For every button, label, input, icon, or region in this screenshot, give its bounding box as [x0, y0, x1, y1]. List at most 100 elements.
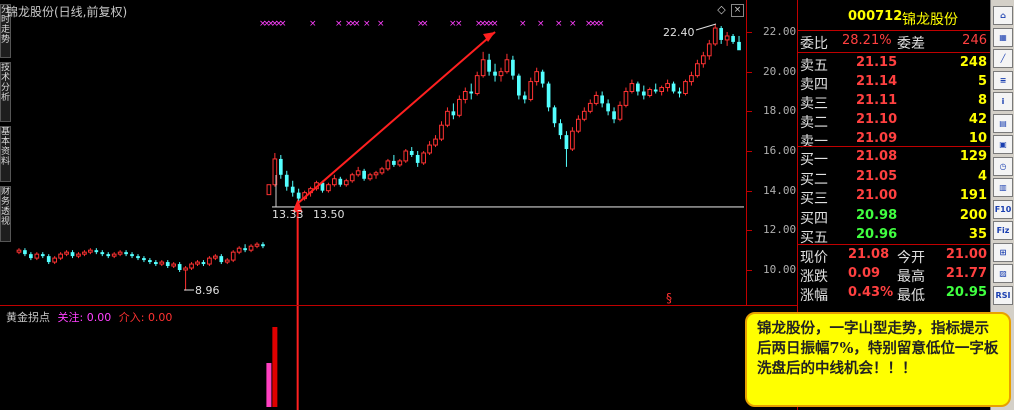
signal-marker: ×: [279, 19, 287, 29]
level-price: 21.14: [856, 74, 898, 89]
candle-body-down: [124, 252, 128, 255]
info-icon[interactable]: i: [993, 92, 1013, 111]
stat-label-1: 现价: [800, 250, 828, 266]
label-high: 22.40: [663, 26, 695, 39]
candle-body-down: [731, 35, 735, 42]
level-label: 买二: [800, 171, 828, 188]
level-volume: 42: [968, 112, 987, 127]
candle-body-up: [76, 253, 81, 257]
level-volume: 8: [977, 93, 987, 108]
ask-row: 卖五 21.15 248: [798, 54, 991, 74]
candles-group: [16, 24, 741, 407]
level-label: 卖三: [800, 96, 828, 112]
level-label: 卖二: [800, 115, 828, 131]
candle-body-up: [474, 75, 480, 94]
clock-icon[interactable]: ◷: [993, 156, 1013, 176]
candle-body-up: [683, 81, 688, 94]
candle-body-up: [64, 251, 69, 255]
kline-chart-area[interactable]: 分时走势 技术分析 基本资料 财务透视 锦龙股份(日线,前复权) 22.40 8.…: [0, 0, 797, 410]
close-panel-icon[interactable]: ×: [731, 4, 744, 17]
trend-icon[interactable]: ╱: [993, 49, 1013, 68]
diamond-icon[interactable]: ◇: [716, 4, 727, 15]
candle-body-up: [343, 180, 349, 186]
price-axis-label: 18.00: [763, 104, 797, 118]
price-tick: [747, 230, 752, 232]
candle-body-down: [94, 250, 99, 253]
candle-body-up: [427, 144, 432, 154]
candle-body-up: [16, 249, 22, 253]
price-tick: [747, 71, 752, 73]
stat-value-2: 21.00: [945, 247, 987, 262]
signal-marker: ×: [569, 19, 577, 29]
candle-body-up: [587, 102, 593, 112]
sig-icon[interactable]: ⊞: [993, 242, 1013, 262]
level-price: 21.11: [856, 93, 898, 108]
ratio-value: 28.21%: [842, 33, 892, 48]
level-label: 买四: [800, 210, 828, 227]
candle-body-down: [493, 71, 497, 76]
candle-body-up: [724, 35, 730, 41]
candle-body-up: [706, 43, 712, 57]
candle-body-down: [540, 71, 545, 84]
bid-row: 买四 20.98 200: [798, 207, 991, 227]
candle-body-up: [421, 152, 426, 164]
stat-row: 涨跌 0.09 最高 21.77: [798, 265, 991, 285]
chart-icon[interactable]: ▦: [993, 27, 1013, 47]
candle-body-down: [415, 154, 420, 163]
candle-body-up: [171, 263, 177, 267]
quote-sep: [798, 30, 991, 31]
fiz-icon[interactable]: Fiz: [993, 221, 1013, 240]
level-volume: 200: [959, 207, 987, 223]
candle-body-down: [522, 95, 527, 100]
candle-body-down: [284, 174, 289, 187]
signal-marker: ×: [335, 19, 343, 29]
candle-body-up: [230, 251, 236, 261]
candle-body-down: [409, 151, 414, 155]
candle-body-up: [326, 184, 331, 192]
home-icon[interactable]: ⌂: [993, 6, 1013, 25]
level-price: 21.10: [856, 112, 898, 127]
level-price: 21.15: [856, 55, 898, 70]
signal-marker: ×: [597, 19, 605, 29]
candle-body-up: [373, 172, 379, 176]
rsi-icon[interactable]: RSI: [993, 285, 1013, 305]
candle-body-up: [617, 104, 623, 120]
grid-icon[interactable]: ▤: [993, 113, 1013, 133]
level-volume: 35: [968, 227, 987, 242]
quote-sep: [798, 244, 991, 245]
panel-separator: [0, 305, 797, 306]
level-volume: 5: [977, 74, 987, 89]
candle-body-up: [659, 87, 665, 92]
candle-body-up: [349, 174, 355, 182]
signal-marker: ×: [537, 19, 545, 29]
indicator-bar: [266, 363, 272, 407]
candle-body-up: [570, 130, 575, 150]
trend-arrow-line: [298, 31, 496, 204]
candle-body-down: [142, 258, 146, 261]
annotation-note: 锦龙股份，一字山型走势，指标提示后两日振幅7%，特别留意低位一字板洗盘后的中线机…: [745, 312, 1011, 407]
candle-body-down: [338, 178, 343, 185]
indicator-bar: [272, 327, 278, 407]
cal-icon[interactable]: ▣: [993, 135, 1013, 154]
candle-body-up: [236, 247, 242, 253]
candle-body-down: [677, 91, 682, 94]
price-axis-label: 20.00: [763, 64, 797, 78]
candle-body-down: [243, 248, 247, 251]
level-price: 20.96: [856, 227, 898, 242]
f10-icon[interactable]: F10: [993, 199, 1013, 219]
candle-body-down: [636, 83, 640, 92]
ddx-icon[interactable]: ▥: [993, 178, 1013, 197]
signal-marker: ×: [353, 19, 361, 29]
candle-body-up: [480, 59, 486, 77]
candle-body-down: [201, 262, 206, 265]
candle-body-up: [82, 251, 87, 255]
level-label: 买一: [800, 152, 828, 168]
list-icon[interactable]: ≡: [993, 70, 1013, 90]
candle-body-down: [290, 186, 295, 193]
candlestick-svg[interactable]: 22.408.9613.33 13.50§×××××× × × ××× × × ×× ×× ×××…: [0, 0, 746, 410]
candle-body-up: [111, 253, 117, 257]
candle-body-down: [106, 254, 111, 257]
quote-sep: [798, 52, 991, 53]
bs-icon[interactable]: ▨: [993, 264, 1013, 283]
candle-body-up: [58, 253, 63, 259]
